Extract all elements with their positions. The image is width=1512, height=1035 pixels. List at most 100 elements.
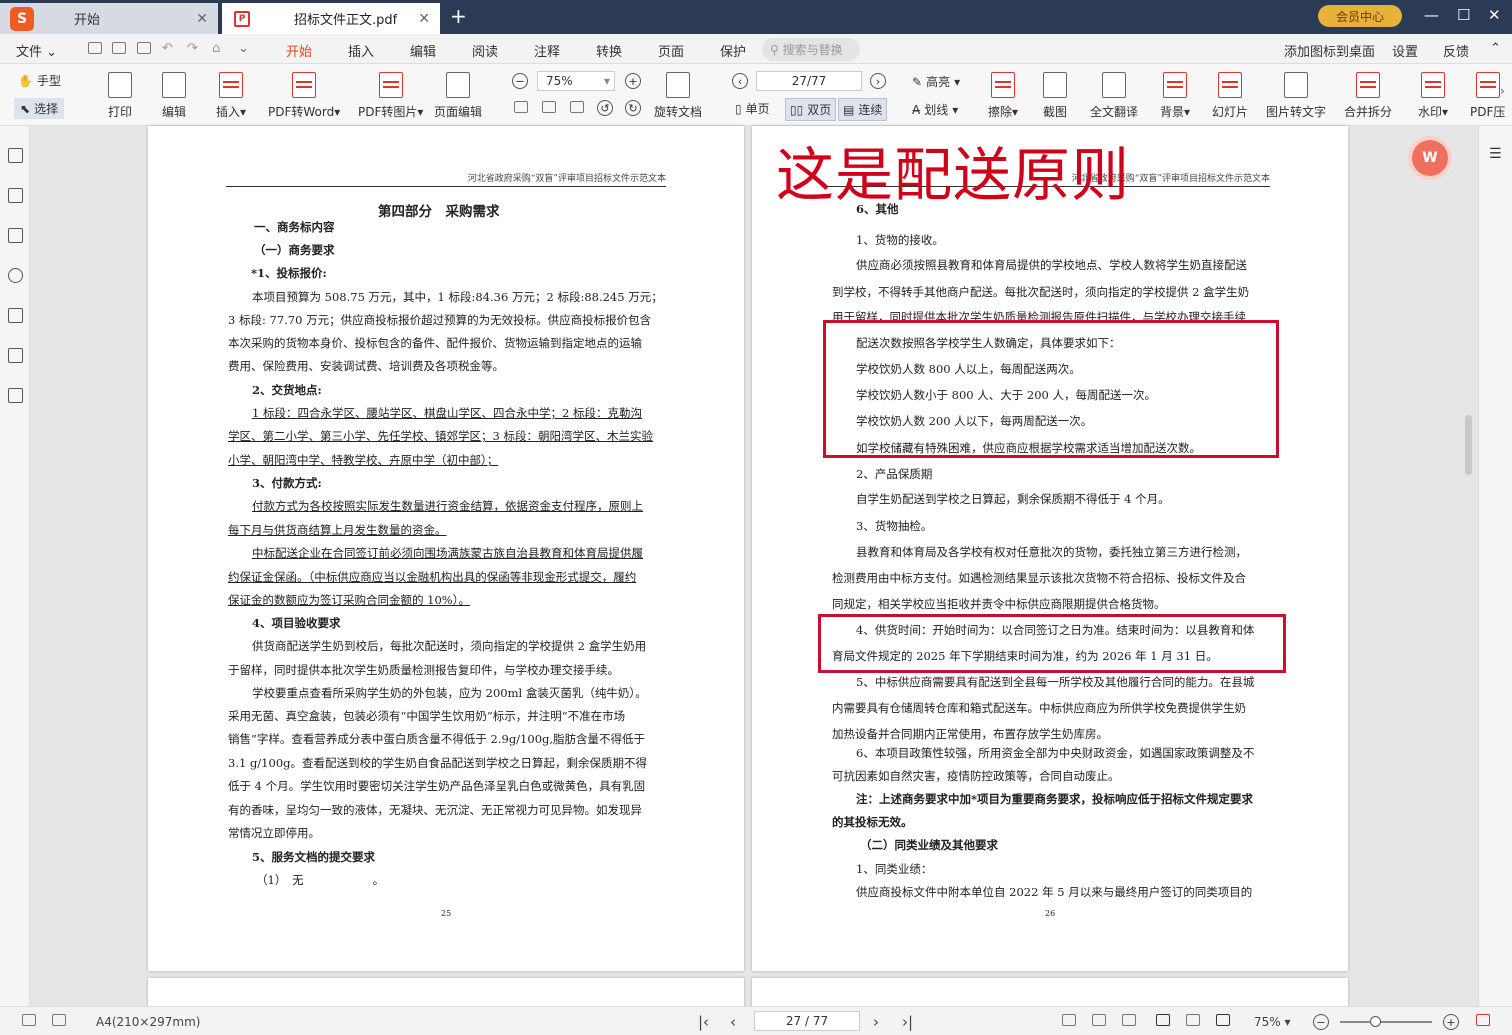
erase-button[interactable]: 擦除▾ xyxy=(988,72,1018,120)
feedback-link[interactable]: 反馈 xyxy=(1443,41,1469,60)
doc-line: 3、货物抽检。 xyxy=(856,519,933,533)
document-icon[interactable] xyxy=(8,348,23,363)
ocr-button[interactable]: 图片转文字 xyxy=(1266,72,1326,120)
slideshow-button[interactable]: 幻灯片 xyxy=(1212,72,1248,120)
menu-item-protect[interactable]: 保护 xyxy=(720,41,746,60)
page-export-icon[interactable] xyxy=(52,1014,66,1026)
redo-icon[interactable]: ↷ xyxy=(187,41,198,56)
search-input[interactable]: ⚲ 搜索与替换 xyxy=(762,38,860,61)
pdf-to-image-button[interactable]: PDF转图片▾ xyxy=(358,72,423,120)
status-zoom-select[interactable]: 75% ▾ xyxy=(1254,1015,1291,1029)
double-view-icon[interactable] xyxy=(1216,1014,1230,1026)
rotate-document-button[interactable]: 旋转文档 xyxy=(654,72,702,120)
continuous-button[interactable]: ▤ 连续 xyxy=(838,98,888,121)
collapse-ribbon-icon[interactable]: ⌃ xyxy=(1490,41,1501,56)
image-icon xyxy=(378,72,403,98)
print-button[interactable]: 打印 xyxy=(108,72,132,120)
hand-tool[interactable]: ✋ 手型 xyxy=(18,72,61,89)
fit-width-icon[interactable] xyxy=(542,101,556,113)
previous-page-icon[interactable]: ‹ xyxy=(730,1013,736,1031)
tab-home[interactable]: S 开始 ✕ xyxy=(0,3,218,34)
menu-item-read[interactable]: 阅读 xyxy=(472,41,498,60)
fit-page-icon[interactable] xyxy=(514,101,528,113)
highlight-button[interactable]: ✎ 高亮 ▾ xyxy=(912,73,960,90)
last-page-icon[interactable]: ›| xyxy=(902,1013,913,1031)
actual-size-icon[interactable] xyxy=(570,101,584,113)
vip-center-button[interactable]: 会员中心 xyxy=(1318,5,1402,27)
minimize-icon[interactable]: — xyxy=(1424,6,1439,24)
view-mode-icon[interactable] xyxy=(1062,1014,1076,1026)
page-number-input[interactable]: 27/77 xyxy=(756,71,862,91)
open-folder-icon[interactable] xyxy=(88,42,102,54)
thumbnail-toggle-icon[interactable] xyxy=(22,1014,36,1026)
merge-split-button[interactable]: 合并拆分 xyxy=(1344,72,1392,120)
thumbnail-icon[interactable] xyxy=(8,188,23,203)
double-page-button[interactable]: ▯▯ 双页 xyxy=(785,98,837,121)
menu-item-insert[interactable]: 插入 xyxy=(348,41,374,60)
zoom-out-icon[interactable]: − xyxy=(512,73,528,89)
previous-page-icon[interactable]: ‹ xyxy=(732,73,748,89)
bookmark-icon[interactable] xyxy=(8,148,23,163)
attachment-icon[interactable] xyxy=(8,308,23,323)
close-icon[interactable]: ✕ xyxy=(418,11,430,27)
rotate-right-icon[interactable]: ↻ xyxy=(625,100,641,116)
new-tab-icon[interactable]: + xyxy=(450,4,467,28)
fullscreen-icon[interactable] xyxy=(1476,1014,1490,1026)
compress-icon xyxy=(1475,72,1500,98)
status-page-input[interactable]: 27 / 77 xyxy=(754,1011,860,1031)
comment-icon[interactable] xyxy=(8,228,23,243)
signature-icon[interactable] xyxy=(8,388,23,403)
print-icon[interactable] xyxy=(137,42,151,54)
menu-item-annotate[interactable]: 注释 xyxy=(534,41,560,60)
insert-button[interactable]: 插入▾ xyxy=(216,72,246,120)
pdf-to-word-button[interactable]: PDF转Word▾ xyxy=(268,72,340,120)
vertical-scrollbar[interactable] xyxy=(1465,415,1472,475)
menu-item-page[interactable]: 页面 xyxy=(658,41,684,60)
tab-document[interactable]: P 招标文件正文.pdf ✕ xyxy=(222,3,440,34)
rotate-left-icon[interactable]: ↺ xyxy=(597,100,613,116)
background-button[interactable]: 背景▾ xyxy=(1160,72,1190,120)
zoom-in-icon[interactable]: + xyxy=(625,73,641,89)
first-page-icon[interactable]: |‹ xyxy=(698,1013,709,1031)
doc-line: 1、同类业绩： xyxy=(856,862,933,876)
menu-item-start[interactable]: 开始 xyxy=(286,41,313,66)
menu-item-edit[interactable]: 编辑 xyxy=(410,41,436,60)
zoom-select[interactable]: 75% ▾ xyxy=(537,71,615,91)
select-tool[interactable]: ⬉ 选择 xyxy=(14,98,65,119)
view-mode-icon[interactable] xyxy=(1092,1014,1106,1026)
float-convert-icon[interactable]: W xyxy=(1412,140,1448,176)
vip-label: 会员中心 xyxy=(1335,9,1384,24)
next-page-icon[interactable]: › xyxy=(870,73,886,89)
page-number: 26 xyxy=(1045,909,1056,918)
zoom-in-icon[interactable]: + xyxy=(1443,1014,1459,1030)
single-view-icon[interactable] xyxy=(1186,1014,1200,1026)
single-page-button[interactable]: ▯ 单页 xyxy=(735,100,770,117)
menu-item-convert[interactable]: 转换 xyxy=(596,41,622,60)
edit-button[interactable]: 编辑 xyxy=(162,72,186,120)
rotate-document-icon xyxy=(666,72,690,98)
close-window-icon[interactable]: ✕ xyxy=(1488,6,1501,24)
zoom-slider[interactable] xyxy=(1340,1021,1432,1023)
screenshot-button[interactable]: 截图 xyxy=(1043,72,1067,120)
add-desktop-icon-link[interactable]: 添加图标到桌面 xyxy=(1284,41,1375,60)
chevron-down-icon[interactable]: ⌄ xyxy=(238,41,249,56)
search-icon[interactable] xyxy=(8,268,23,283)
maximize-icon[interactable]: ☐ xyxy=(1457,6,1470,24)
chevron-right-icon[interactable]: › xyxy=(1500,84,1505,98)
page-edit-button[interactable]: 页面编辑 xyxy=(434,72,482,120)
strike-button[interactable]: A̶ 划线 ▾ xyxy=(912,101,958,118)
zoom-out-icon[interactable]: − xyxy=(1313,1014,1329,1030)
zoom-slider-handle[interactable] xyxy=(1370,1016,1381,1027)
menu-file[interactable]: 文件 ⌄ xyxy=(16,41,57,60)
next-page-icon[interactable]: › xyxy=(873,1013,879,1031)
properties-icon[interactable]: ☰ xyxy=(1489,146,1502,162)
save-icon[interactable] xyxy=(112,42,126,54)
view-mode-icon[interactable] xyxy=(1122,1014,1136,1026)
close-icon[interactable]: ✕ xyxy=(196,11,208,27)
continuous-view-icon[interactable] xyxy=(1156,1014,1170,1026)
watermark-button[interactable]: 水印▾ xyxy=(1418,72,1448,120)
undo-icon[interactable]: ↶ xyxy=(162,41,173,56)
settings-link[interactable]: 设置 xyxy=(1392,41,1418,60)
translate-button[interactable]: 全文翻译 xyxy=(1090,72,1138,120)
home-icon[interactable]: ⌂ xyxy=(212,41,220,56)
